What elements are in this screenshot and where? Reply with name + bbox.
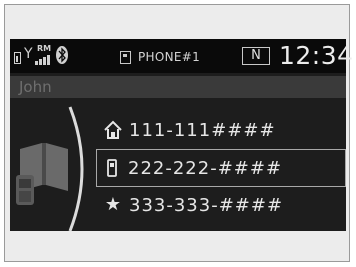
star-icon: ★	[104, 194, 122, 215]
antenna-icon: Y	[24, 46, 33, 62]
clock: 12:34	[279, 41, 354, 70]
battery-icon	[14, 52, 21, 64]
bluetooth-icon	[56, 46, 68, 64]
list-arc-divider	[68, 106, 84, 232]
list-item-selected[interactable]: 222-222-####	[96, 149, 346, 187]
list-item[interactable]: 111-111####	[98, 112, 346, 150]
home-icon	[104, 120, 122, 139]
contact-name: John	[19, 78, 52, 96]
paired-phone-name: PHONE#1	[138, 50, 201, 64]
phone-display: Y RM PHONE#1 N 12:34 John 111-111#### 22…	[10, 39, 353, 232]
mode-badge: N	[242, 47, 270, 65]
phone-number: 111-111####	[129, 120, 276, 141]
phone-icon	[120, 51, 131, 64]
phone-number: 222-222-####	[128, 158, 283, 179]
status-bar: Y RM PHONE#1 N 12:34	[10, 39, 353, 73]
phone-number: 333-333-####	[129, 195, 284, 216]
mobile-phone-icon	[107, 159, 117, 177]
contact-header: John	[10, 76, 346, 98]
list-item[interactable]: ★ 333-333-####	[98, 187, 346, 225]
signal-strength-icon	[35, 53, 53, 65]
roaming-indicator: RM	[37, 44, 52, 53]
